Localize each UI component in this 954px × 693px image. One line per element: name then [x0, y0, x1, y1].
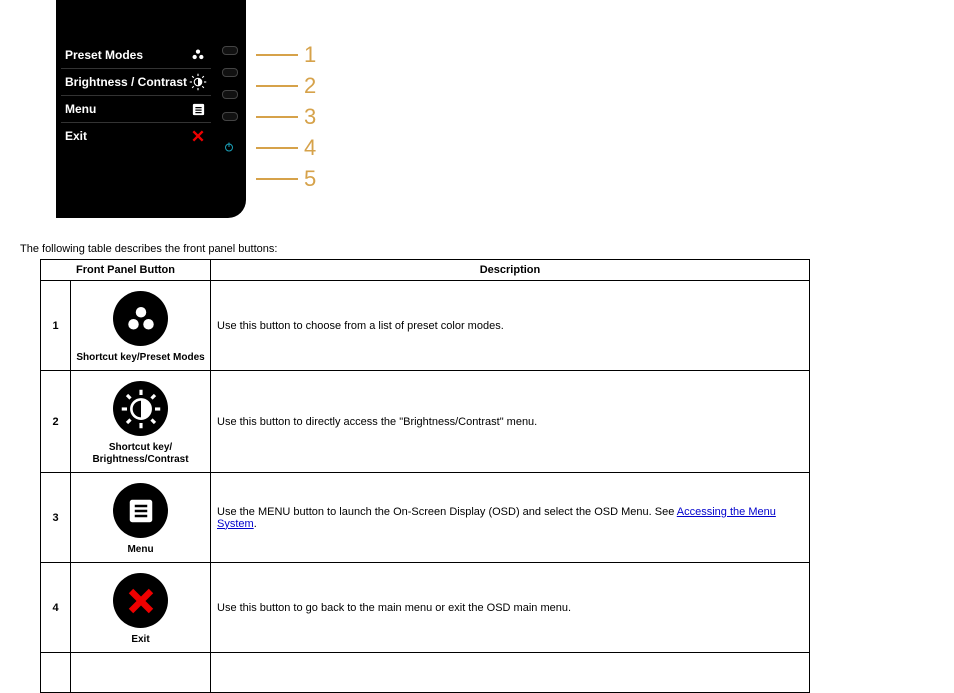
osd-item-exit: Exit: [61, 123, 211, 149]
bezel-button-4: [222, 112, 238, 121]
row-number: [41, 653, 71, 693]
table-row: 1 Shortcut key/Preset Modes Use this but…: [41, 281, 810, 371]
button-cell: Shortcut key/Preset Modes: [71, 281, 211, 371]
button-label: Shortcut key/ Brightness/Contrast: [75, 442, 206, 466]
front-panel-diagram: Preset Modes Brightness / Contrast Menu …: [0, 0, 954, 235]
preset-modes-icon: [113, 291, 168, 346]
intro-text: The following table describes the front …: [0, 235, 954, 259]
callout-4: 4: [256, 137, 316, 159]
row-number: 1: [41, 281, 71, 371]
button-cell: [71, 653, 211, 693]
exit-icon: [113, 573, 168, 628]
osd-item-menu: Menu: [61, 96, 211, 123]
button-cell: Exit: [71, 563, 211, 653]
callout-numbers: 1 2 3 4 5: [256, 44, 316, 190]
row-number: 3: [41, 473, 71, 563]
table-row: [41, 653, 810, 693]
header-button: Front Panel Button: [41, 260, 211, 281]
bezel-button-1: [222, 46, 238, 55]
exit-icon: [189, 127, 207, 145]
menu-icon: [189, 100, 207, 118]
callout-5: 5: [256, 168, 316, 190]
button-label: Exit: [75, 634, 206, 646]
row-description: Use this button to directly access the "…: [211, 371, 810, 473]
osd-label: Exit: [65, 129, 87, 143]
button-label: Shortcut key/Preset Modes: [75, 352, 206, 364]
osd-menu: Preset Modes Brightness / Contrast Menu …: [61, 42, 211, 149]
osd-item-brightness-contrast: Brightness / Contrast: [61, 69, 211, 96]
menu-icon: [113, 483, 168, 538]
bezel-button-3: [222, 90, 238, 99]
power-button-icon: [222, 140, 236, 154]
monitor-bezel: Preset Modes Brightness / Contrast Menu …: [56, 0, 246, 218]
osd-label: Brightness / Contrast: [65, 75, 187, 89]
button-cell: Shortcut key/ Brightness/Contrast: [71, 371, 211, 473]
table-row: 3 Menu Use the MENU button to launch the…: [41, 473, 810, 563]
row-number: 4: [41, 563, 71, 653]
bezel-button-2: [222, 68, 238, 77]
table-row: 4 Exit Use this button to go back to the…: [41, 563, 810, 653]
osd-item-preset-modes: Preset Modes: [61, 42, 211, 69]
osd-label: Preset Modes: [65, 48, 143, 62]
row-description: [211, 653, 810, 693]
row-description: Use this button to choose from a list of…: [211, 281, 810, 371]
callout-1: 1: [256, 44, 316, 66]
row-number: 2: [41, 371, 71, 473]
callout-3: 3: [256, 106, 316, 128]
bezel-button-column: [222, 46, 238, 154]
row-description: Use this button to go back to the main m…: [211, 563, 810, 653]
row-description: Use the MENU button to launch the On-Scr…: [211, 473, 810, 563]
callout-2: 2: [256, 75, 316, 97]
preset-modes-icon: [189, 46, 207, 64]
header-description: Description: [211, 260, 810, 281]
button-cell: Menu: [71, 473, 211, 563]
button-label: Menu: [75, 544, 206, 556]
brightness-contrast-icon: [113, 381, 168, 436]
brightness-contrast-icon: [189, 73, 207, 91]
front-panel-table: Front Panel Button Description 1 Shortcu…: [40, 259, 810, 693]
osd-label: Menu: [65, 102, 96, 116]
table-row: 2 Shortcut key/ Brightness/Contrast Use …: [41, 371, 810, 473]
table-header-row: Front Panel Button Description: [41, 260, 810, 281]
